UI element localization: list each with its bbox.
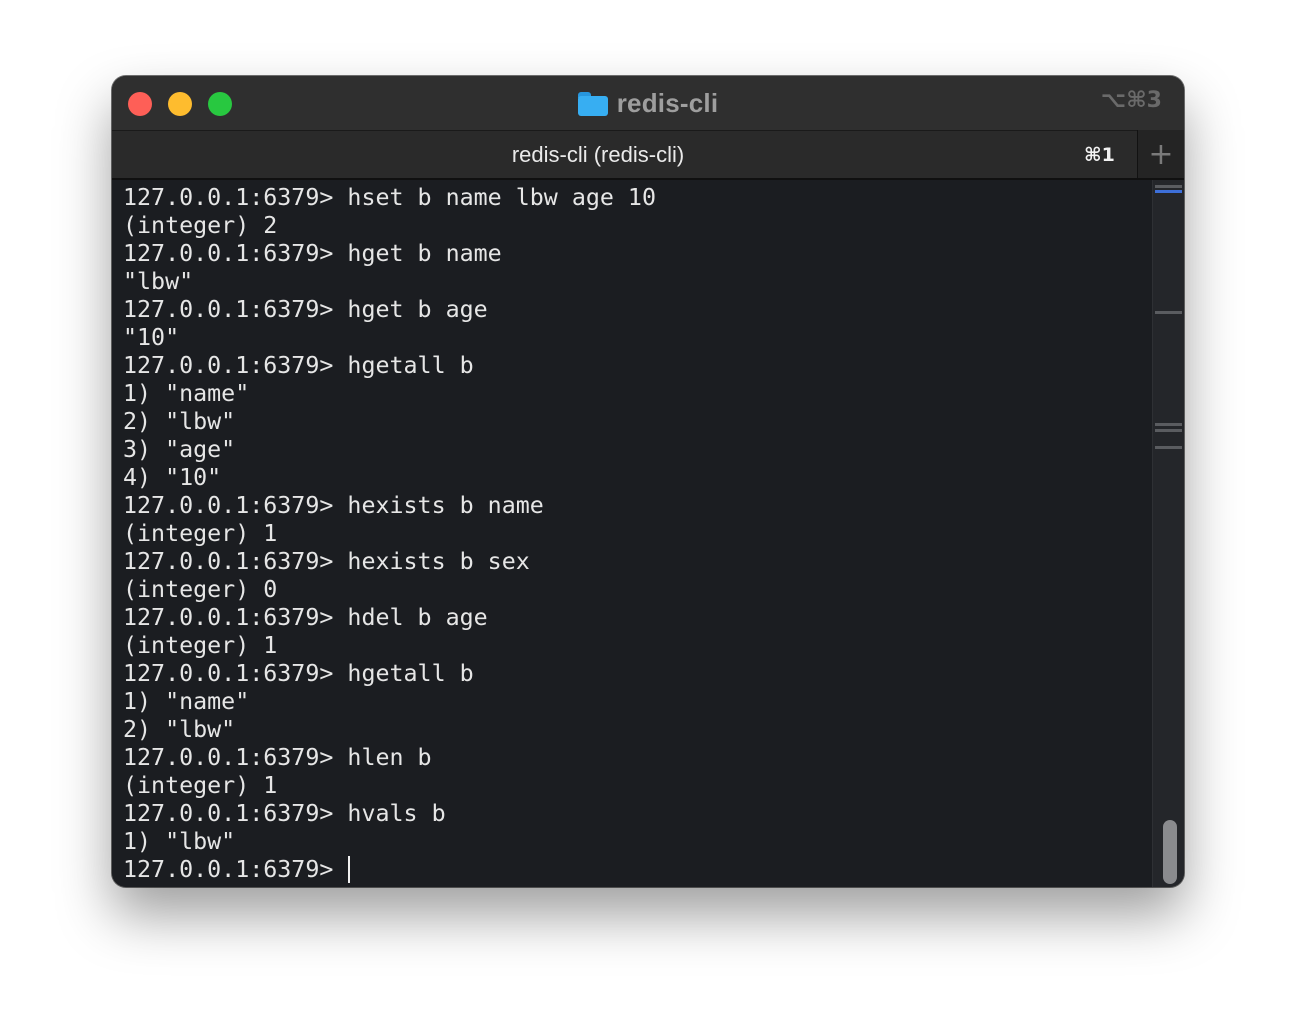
terminal-line: 127.0.0.1:6379> hget b name [123, 240, 502, 267]
terminal-output[interactable]: 127.0.0.1:6379> hset b name lbw age 10 (i… [112, 180, 1152, 887]
terminal-line: 127.0.0.1:6379> hgetall b [123, 352, 474, 379]
scroll-mark [1155, 311, 1182, 314]
terminal-line: "lbw" [123, 268, 194, 295]
terminal-line: 3) "age" [123, 436, 236, 463]
terminal-line: 127.0.0.1:6379> hget b age [123, 296, 488, 323]
tab-redis-cli[interactable]: redis-cli (redis-cli) ⌘1 [112, 130, 1137, 178]
terminal-line: 127.0.0.1:6379> hset b name lbw age 10 [123, 184, 656, 211]
scroll-mark [1155, 429, 1182, 432]
terminal-line: (integer) 2 [123, 212, 278, 239]
terminal-line: (integer) 1 [123, 772, 278, 799]
terminal-line: 4) "10" [123, 464, 222, 491]
window-shortcut-label: ⌥⌘3 [1100, 88, 1162, 113]
terminal-line: 2) "lbw" [123, 716, 236, 743]
terminal-line: (integer) 1 [123, 520, 278, 547]
terminal-line: 127.0.0.1:6379> hvals b [123, 800, 446, 827]
terminal-line: 1) "name" [123, 688, 250, 715]
new-tab-button[interactable]: + [1137, 130, 1184, 178]
text-cursor [348, 856, 351, 883]
terminal-line: 127.0.0.1:6379> hexists b sex [123, 548, 530, 575]
current-prompt-line[interactable]: 127.0.0.1:6379> [123, 856, 656, 884]
plus-icon: + [1148, 136, 1174, 172]
window-title: redis-cli [616, 87, 719, 118]
terminal-line: 127.0.0.1:6379> hlen b [123, 744, 432, 771]
title-bar[interactable]: redis-cli ⌥⌘3 [112, 76, 1184, 130]
terminal-line: 127.0.0.1:6379> hexists b name [123, 492, 544, 519]
scrollbar-thumb[interactable] [1163, 820, 1177, 884]
terminal-line: (integer) 1 [123, 632, 278, 659]
window-title-group: redis-cli [112, 76, 1184, 130]
scroll-mark [1155, 423, 1182, 426]
terminal-line: 1) "lbw" [123, 828, 236, 855]
scroll-mark-current [1155, 190, 1182, 193]
scrollbar-track[interactable] [1152, 180, 1184, 887]
terminal-line: 1) "name" [123, 380, 250, 407]
folder-icon [577, 91, 608, 116]
tab-bar: redis-cli (redis-cli) ⌘1 + [112, 130, 1184, 180]
terminal-window: redis-cli ⌥⌘3 redis-cli (redis-cli) ⌘1 +… [112, 76, 1184, 887]
terminal-line: (integer) 0 [123, 576, 278, 603]
terminal-lines: 127.0.0.1:6379> hset b name lbw age 10 (i… [123, 184, 656, 884]
terminal-line: 127.0.0.1:6379> hdel b age [123, 604, 488, 631]
prompt: 127.0.0.1:6379> [123, 856, 348, 883]
terminal-line: 127.0.0.1:6379> hgetall b [123, 660, 474, 687]
scroll-mark [1155, 446, 1182, 449]
scroll-mark [1155, 185, 1182, 188]
terminal-line: 2) "lbw" [123, 408, 236, 435]
terminal-line: "10" [123, 324, 180, 351]
tab-shortcut-label: ⌘1 [1084, 144, 1115, 166]
tab-label: redis-cli (redis-cli) [511, 142, 685, 167]
